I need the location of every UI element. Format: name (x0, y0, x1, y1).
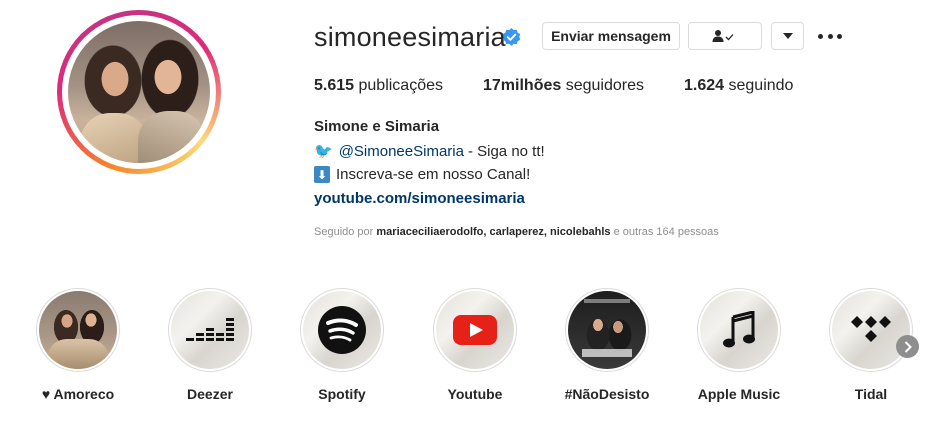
album-cover-banner (584, 299, 630, 303)
bio-line-channel: ⬇ Inscreva-se em nosso Canal! (314, 166, 530, 183)
following-label: seguindo (728, 77, 794, 94)
highlight-amoreco[interactable]: ♥ Amoreco (34, 288, 122, 402)
highlight-youtube[interactable]: Youtube (431, 288, 519, 402)
dot (818, 33, 823, 39)
highlight-ring (829, 288, 913, 372)
more-options-icon[interactable] (818, 26, 842, 46)
highlight-naodesisto[interactable]: #NãoDesisto (563, 288, 651, 402)
followed-by-users: mariaceciliaerodolfo, carlaperez, nicole… (376, 226, 611, 238)
down-arrow-emoji-icon: ⬇ (314, 166, 330, 183)
highlight-cover (303, 291, 381, 369)
highlight-cover (436, 291, 514, 369)
following-stat[interactable]: 1.624 seguindo (684, 77, 793, 95)
followers-count: 17milhões (483, 77, 562, 94)
highlight-ring (697, 288, 781, 372)
spotify-icon (318, 306, 366, 354)
followed-by-info[interactable]: Seguido por mariaceciliaerodolfo, carlap… (314, 226, 719, 238)
highlights-next-button[interactable] (896, 335, 919, 358)
highlight-ring (168, 288, 252, 372)
profile-full-name: Simone e Simaria (314, 118, 440, 135)
person-check-icon (712, 30, 734, 42)
following-count: 1.624 (684, 77, 725, 94)
posts-stat: 5.615 publicações (314, 77, 443, 95)
highlight-ring (36, 288, 120, 372)
highlight-label: ♥ Amoreco (41, 386, 115, 402)
posts-count: 5.615 (314, 77, 355, 94)
highlight-cover (700, 291, 778, 369)
profile-stats: 5.615 publicações 17milhões seguidores 1… (314, 77, 833, 95)
profile-avatar-ring[interactable] (57, 10, 221, 174)
chevron-right-icon (904, 340, 912, 353)
dot (837, 33, 842, 39)
highlight-ring (300, 288, 384, 372)
dot (827, 33, 833, 39)
bio-line2-text: Inscreva-se em nosso Canal! (336, 166, 531, 183)
highlight-apple-music[interactable]: Apple Music (695, 288, 783, 402)
highlight-cover (832, 291, 910, 369)
tidal-icon (851, 316, 891, 342)
followers-stat[interactable]: 17milhões seguidores (483, 77, 644, 95)
highlight-figures (47, 339, 109, 369)
highlight-label: #NãoDesisto (564, 386, 650, 402)
profile-website-link[interactable]: youtube.com/simoneesimaria (314, 190, 525, 207)
highlight-label: Tidal (854, 386, 888, 402)
highlight-cover (171, 291, 249, 369)
highlight-label: Spotify (318, 386, 366, 402)
deezer-icon (186, 318, 234, 341)
highlight-deezer[interactable]: Deezer (166, 288, 254, 402)
album-cover-text (582, 349, 632, 357)
suggestions-dropdown-button[interactable] (771, 22, 804, 50)
followers-label: seguidores (565, 77, 644, 94)
bird-emoji-icon: 🐦 (314, 143, 333, 160)
highlight-album-cover (568, 291, 646, 369)
music-note-icon (723, 311, 755, 348)
highlight-photo (39, 291, 117, 369)
followed-by-suffix: e outras 164 pessoas (613, 226, 719, 238)
profile-avatar[interactable] (68, 21, 210, 163)
highlight-label: Youtube (447, 386, 503, 402)
bio-line1-text: - Siga no tt! (467, 142, 545, 160)
caret-down-icon (782, 33, 793, 39)
highlight-label: Apple Music (697, 386, 781, 402)
highlight-ring (433, 288, 517, 372)
highlight-label: Deezer (187, 386, 233, 402)
send-message-button[interactable]: Enviar mensagem (542, 22, 680, 50)
avatar-border (62, 15, 216, 169)
profile-username: simoneesimaria (314, 22, 506, 52)
following-button[interactable] (688, 22, 762, 50)
followed-by-prefix: Seguido por (314, 226, 374, 238)
youtube-icon (453, 315, 497, 345)
avatar-figure-right (138, 111, 206, 163)
highlight-ring (565, 288, 649, 372)
bio-line-twitter: 🐦 @SimoneeSimaria - Siga no tt! (314, 142, 545, 161)
verified-badge-icon (502, 28, 521, 46)
posts-label: publicações (358, 77, 444, 94)
highlight-spotify[interactable]: Spotify (298, 288, 386, 402)
twitter-mention-link[interactable]: @SimoneeSimaria (339, 143, 464, 160)
